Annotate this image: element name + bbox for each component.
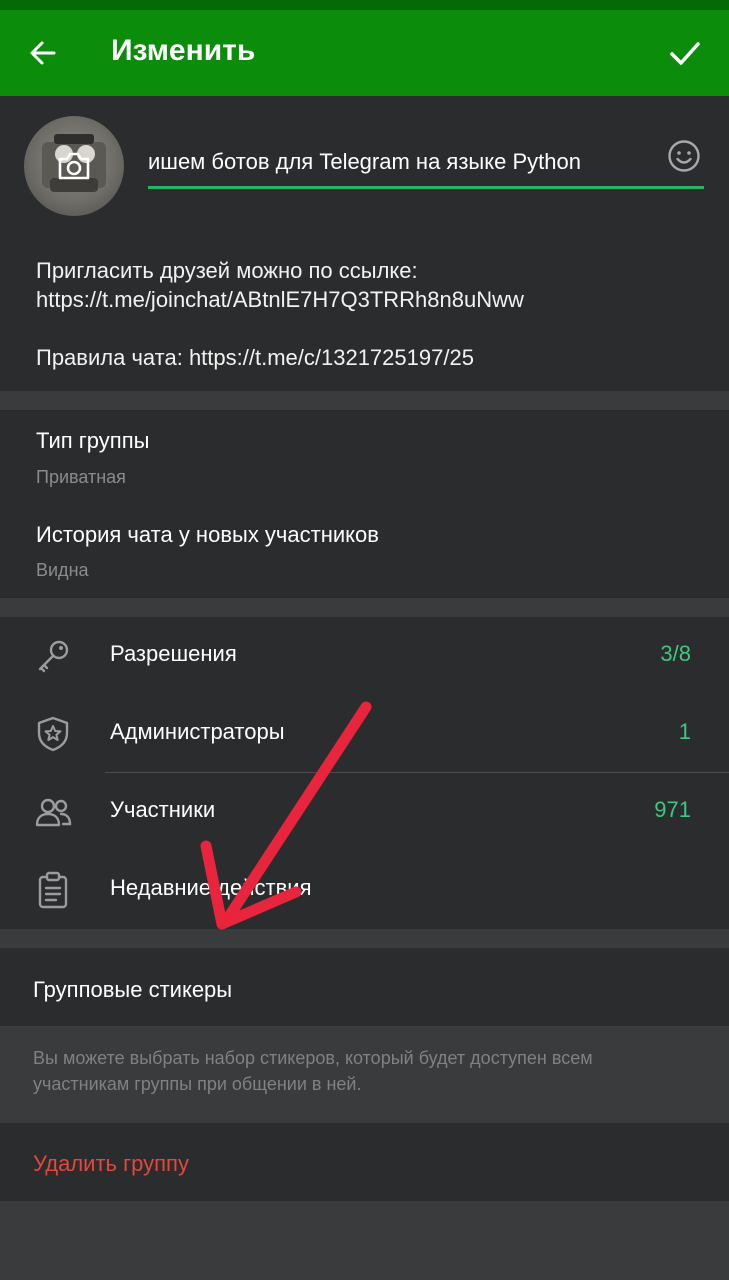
chat-history-row[interactable]: История чата у новых участников Видна bbox=[0, 504, 729, 598]
group-type-label: Тип группы bbox=[36, 428, 150, 453]
menu-item-label: Разрешения bbox=[110, 641, 237, 666]
menu-item-members[interactable]: Участники 971 bbox=[0, 773, 729, 851]
app-bar: Изменить bbox=[0, 10, 729, 96]
menu-item-recent-actions[interactable]: Недавние действия bbox=[0, 851, 729, 929]
group-description[interactable]: Пригласить друзей можно по ссылке: https… bbox=[36, 256, 524, 372]
menu-item-permissions[interactable]: Разрешения 3/8 bbox=[0, 617, 729, 695]
menu-item-label: Участники bbox=[110, 797, 216, 822]
chat-history-label: История чата у новых участников bbox=[36, 522, 379, 547]
status-bar bbox=[0, 0, 729, 10]
clipboard-icon bbox=[38, 871, 68, 909]
description-line: Пригласить друзей можно по ссылке: bbox=[36, 258, 418, 283]
done-button[interactable] bbox=[662, 32, 708, 74]
chat-history-value: Видна bbox=[36, 560, 89, 580]
group-stickers-label: Групповые стикеры bbox=[33, 977, 233, 1002]
arrow-left-icon bbox=[30, 41, 56, 65]
smiley-icon bbox=[668, 140, 700, 172]
avatar[interactable] bbox=[24, 116, 124, 216]
camera-icon bbox=[58, 152, 90, 180]
page-title: Изменить bbox=[111, 34, 256, 67]
stickers-hint: Вы можете выбрать набор стикеров, которы… bbox=[33, 1048, 593, 1094]
emoji-button[interactable] bbox=[664, 136, 704, 176]
checkmark-icon bbox=[670, 42, 700, 65]
group-type-row[interactable]: Тип группы Приватная bbox=[0, 410, 729, 504]
section-gap bbox=[0, 929, 729, 948]
administrators-count: 1 bbox=[678, 719, 691, 744]
menu-item-label: Недавние действия bbox=[110, 875, 312, 900]
section-gap bbox=[0, 391, 729, 410]
back-button[interactable] bbox=[22, 32, 64, 74]
people-icon bbox=[35, 798, 72, 827]
invite-link: https://t.me/joinchat/ABtnlE7H7Q3TRRh8n8… bbox=[36, 287, 524, 312]
description-line: Правила чата: https://t.me/c/1321725197/… bbox=[36, 345, 474, 370]
group-type-value: Приватная bbox=[36, 467, 126, 487]
shield-star-icon bbox=[37, 716, 69, 752]
group-name-input[interactable]: ишем ботов для Telegram на языке Python bbox=[148, 140, 643, 184]
bottom-area bbox=[0, 1201, 729, 1280]
menu-item-label: Администраторы bbox=[110, 719, 285, 744]
key-icon bbox=[38, 640, 69, 673]
members-count: 971 bbox=[654, 797, 691, 822]
delete-group-label: Удалить группу bbox=[33, 1151, 189, 1176]
section-gap bbox=[0, 598, 729, 617]
permissions-count: 3/8 bbox=[660, 641, 691, 666]
menu-item-administrators[interactable]: Администраторы 1 bbox=[0, 695, 729, 773]
input-underline bbox=[148, 186, 704, 189]
